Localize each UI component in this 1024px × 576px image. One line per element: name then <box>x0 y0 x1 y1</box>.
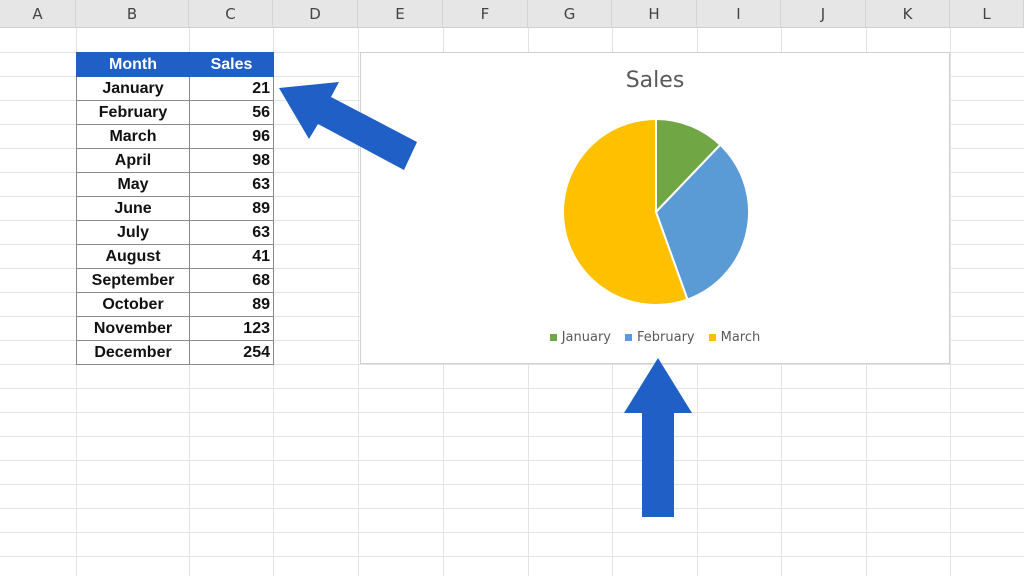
row-gridline <box>0 460 1024 461</box>
column-header-d[interactable]: D <box>273 0 358 28</box>
table-row: June 89 <box>76 196 274 221</box>
cell-month[interactable]: June <box>76 196 190 221</box>
table-row: May 63 <box>76 172 274 197</box>
cell-month[interactable]: August <box>76 244 190 269</box>
row-gridline <box>0 388 1024 389</box>
table-row: December 254 <box>76 340 274 365</box>
cell-month[interactable]: September <box>76 268 190 293</box>
row-gridline <box>0 484 1024 485</box>
table-row: July 63 <box>76 220 274 245</box>
column-header-i[interactable]: I <box>697 0 781 28</box>
cell-sales[interactable]: 21 <box>189 76 274 101</box>
cell-month[interactable]: February <box>76 100 190 125</box>
table-row: October 89 <box>76 292 274 317</box>
legend-label: January <box>561 330 612 345</box>
row-gridline <box>0 412 1024 413</box>
column-header-l[interactable]: L <box>950 0 1024 28</box>
cell-month[interactable]: January <box>76 76 190 101</box>
row-gridline <box>0 556 1024 557</box>
header-month[interactable]: Month <box>76 52 190 77</box>
chart-legend[interactable]: January February March <box>361 330 949 345</box>
cell-sales[interactable]: 96 <box>189 124 274 149</box>
table-row: August 41 <box>76 244 274 269</box>
row-gridline <box>0 436 1024 437</box>
column-header-h[interactable]: H <box>612 0 697 28</box>
pie-plot-area <box>562 117 750 306</box>
table-row: March 96 <box>76 124 274 149</box>
cell-sales[interactable]: 254 <box>189 340 274 365</box>
column-header-g[interactable]: G <box>528 0 612 28</box>
cell-sales[interactable]: 56 <box>189 100 274 125</box>
cell-month[interactable]: November <box>76 316 190 341</box>
column-header-e[interactable]: E <box>358 0 443 28</box>
legend-label: February <box>637 330 695 345</box>
legend-label: March <box>720 330 761 345</box>
legend-swatch <box>708 334 716 341</box>
legend-swatch <box>625 334 633 341</box>
table-row: September 68 <box>76 268 274 293</box>
cell-month[interactable]: April <box>76 148 190 173</box>
cell-sales[interactable]: 98 <box>189 148 274 173</box>
cell-month[interactable]: October <box>76 292 190 317</box>
column-gridline <box>358 28 359 576</box>
cell-month[interactable]: December <box>76 340 190 365</box>
column-header-a[interactable]: A <box>0 0 76 28</box>
legend-swatch <box>549 334 557 341</box>
table-row: February 56 <box>76 100 274 125</box>
header-sales[interactable]: Sales <box>189 52 274 77</box>
legend-item-february[interactable]: February <box>625 330 695 345</box>
cell-sales[interactable]: 89 <box>189 292 274 317</box>
table-row: April 98 <box>76 148 274 173</box>
table-row: November 123 <box>76 316 274 341</box>
cell-sales[interactable]: 41 <box>189 244 274 269</box>
column-header-k[interactable]: K <box>866 0 950 28</box>
sales-pie-chart[interactable]: Sales January February March <box>360 52 950 364</box>
table-row: January 21 <box>76 76 274 101</box>
cell-sales[interactable]: 123 <box>189 316 274 341</box>
cell-sales[interactable]: 68 <box>189 268 274 293</box>
legend-item-january[interactable]: January <box>549 330 612 345</box>
row-gridline <box>0 508 1024 509</box>
column-header-c[interactable]: C <box>189 0 273 28</box>
row-gridline <box>0 532 1024 533</box>
cell-sales[interactable]: 89 <box>189 196 274 221</box>
cell-sales[interactable]: 63 <box>189 220 274 245</box>
legend-item-march[interactable]: March <box>708 330 761 345</box>
column-header-f[interactable]: F <box>443 0 528 28</box>
cell-month[interactable]: May <box>76 172 190 197</box>
cell-month[interactable]: July <box>76 220 190 245</box>
column-header-j[interactable]: J <box>781 0 866 28</box>
cell-month[interactable]: March <box>76 124 190 149</box>
column-header-b[interactable]: B <box>76 0 189 28</box>
cell-sales[interactable]: 63 <box>189 172 274 197</box>
sales-table: Month Sales January 21 February 56 March 96 Ap… <box>76 52 274 365</box>
